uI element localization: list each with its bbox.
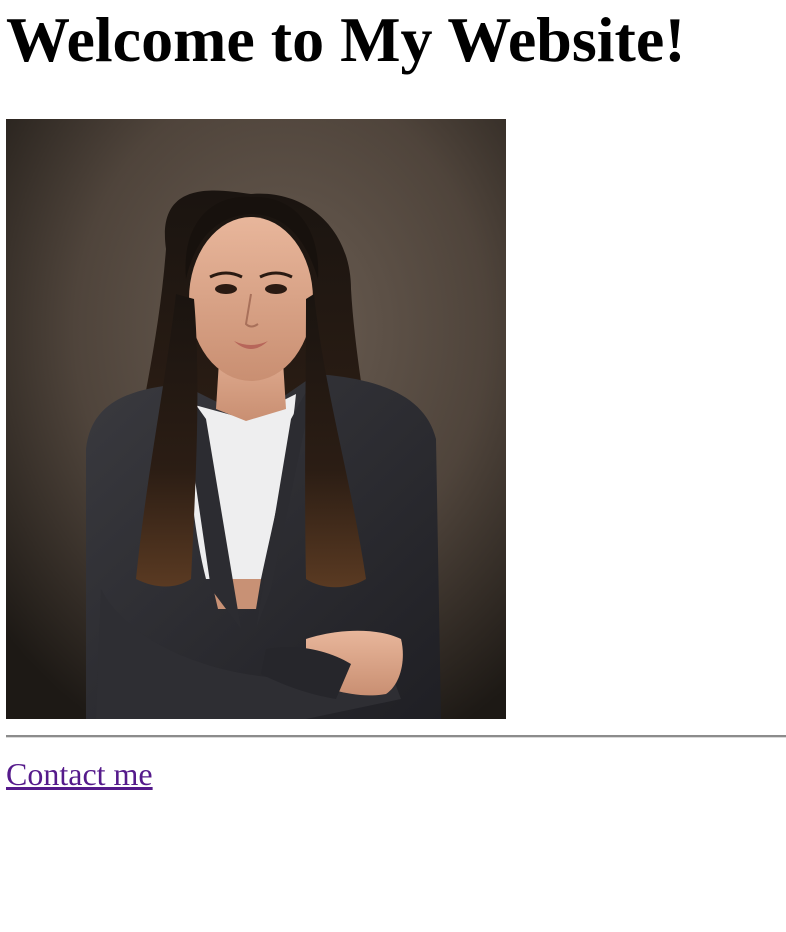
contact-me-link[interactable]: Contact me bbox=[6, 754, 153, 794]
page: Welcome to My Website! Contact me bbox=[0, 0, 786, 932]
portrait-photo bbox=[6, 119, 506, 719]
page-title: Welcome to My Website! bbox=[6, 4, 686, 75]
horizontal-divider bbox=[6, 735, 786, 738]
